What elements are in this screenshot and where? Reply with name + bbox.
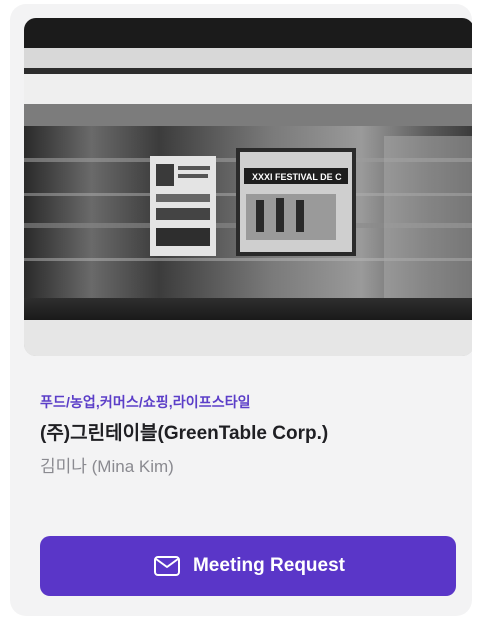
exhibitor-card: XXXI FESTIVAL DE C 푸드/농업,커머스/쇼핑,라이프스타일 (… [10, 4, 472, 616]
company-name: (주)그린테이블(GreenTable Corp.) [40, 423, 329, 444]
meeting-request-label: Meeting Request [192, 555, 346, 576]
subway-photo-illustration: XXXI FESTIVAL DE C [24, 18, 472, 356]
exhibitor-photo: XXXI FESTIVAL DE C [24, 18, 472, 356]
poster-text: XXXI FESTIVAL DE C [252, 172, 342, 182]
meeting-request-button[interactable]: Meeting Request [40, 536, 456, 596]
category-tags: 푸드/농업,커머스/쇼핑,라이프스타일 [40, 394, 251, 410]
envelope-icon [151, 554, 183, 578]
contact-name: 김미나 (Mina Kim) [40, 457, 174, 476]
